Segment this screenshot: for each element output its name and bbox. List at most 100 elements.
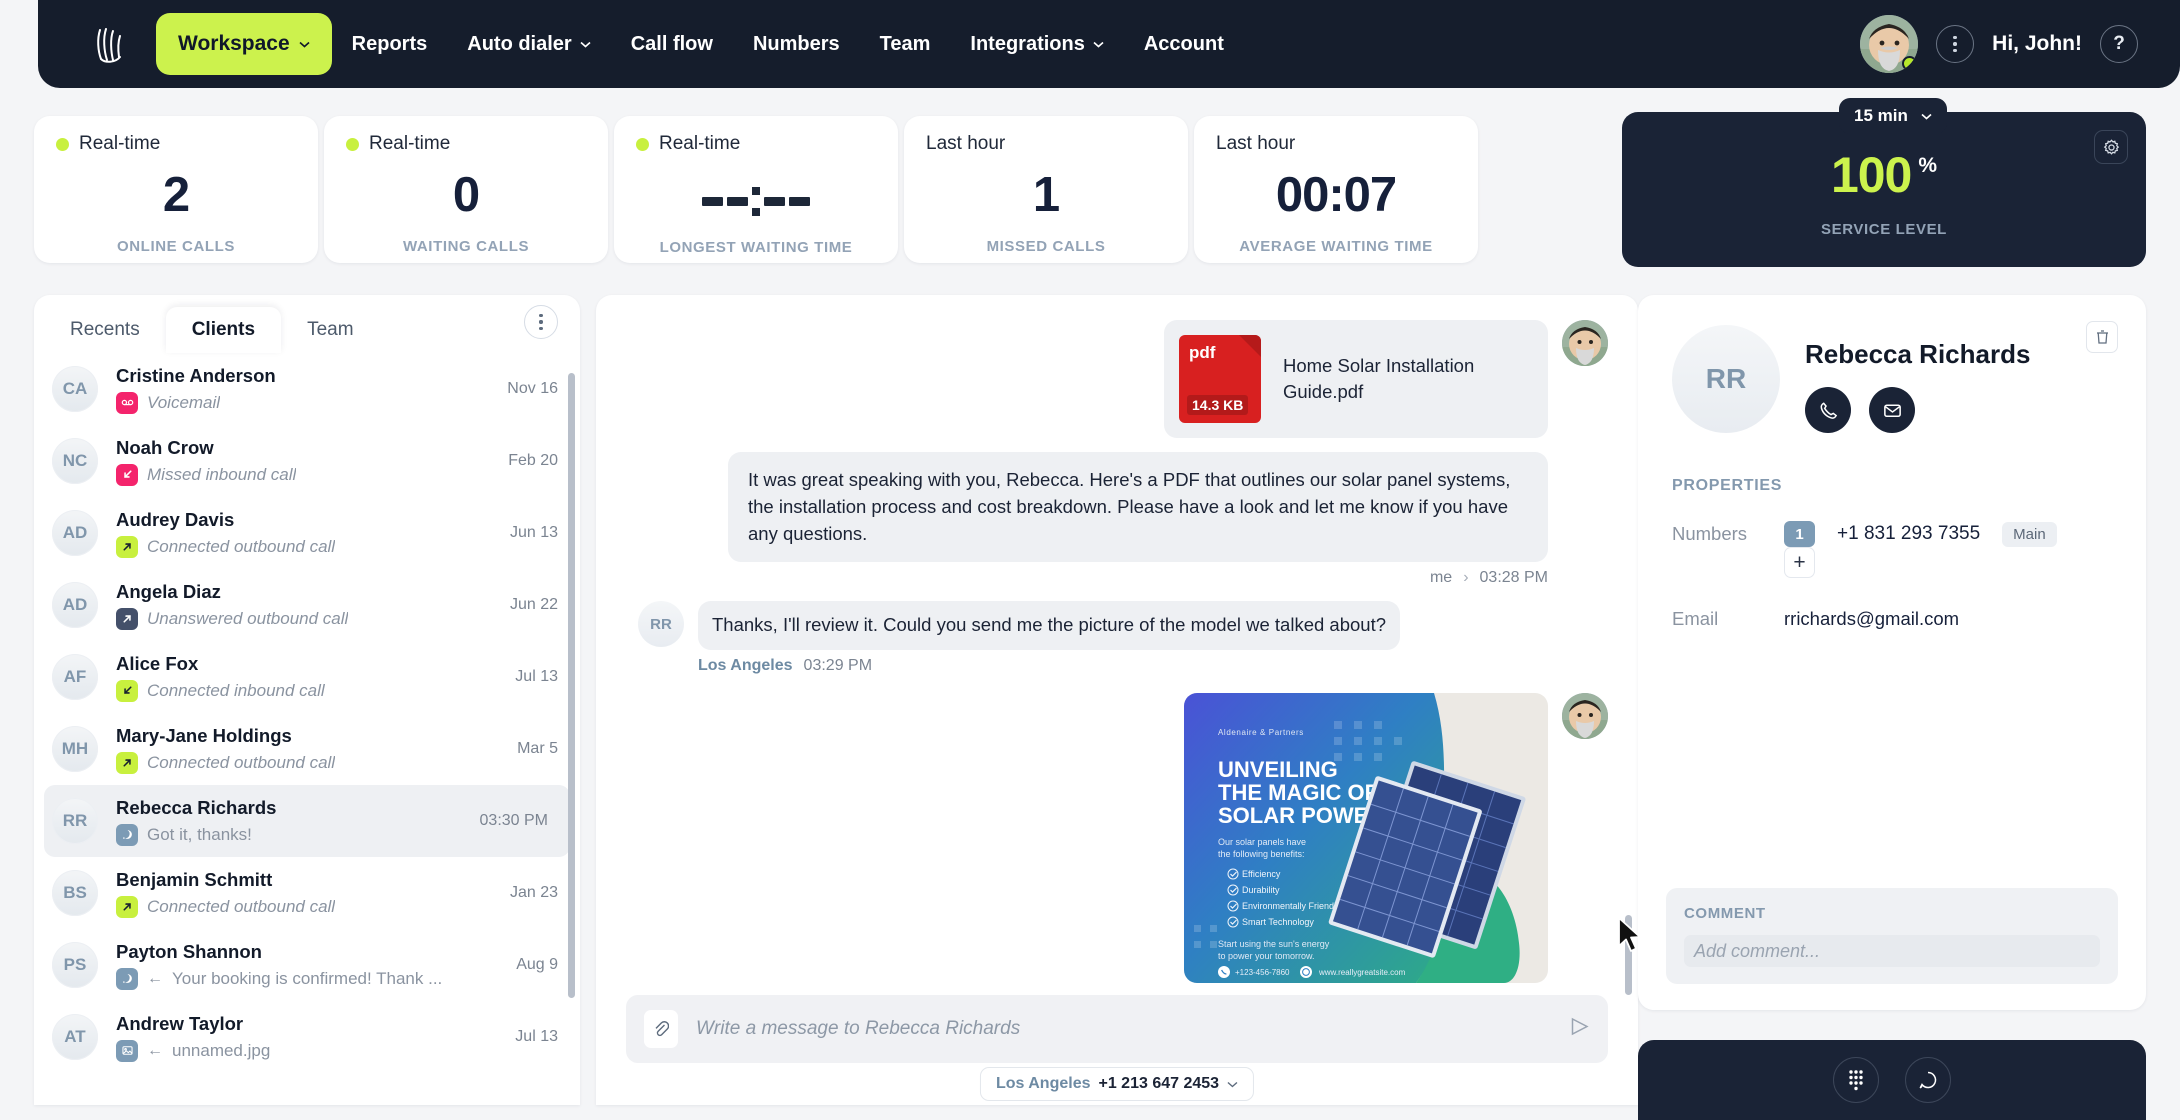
contact-text-block: Audrey Davis Connected outbound call bbox=[116, 508, 500, 558]
contact-date: Aug 9 bbox=[516, 956, 558, 973]
envelope-icon[interactable] bbox=[1869, 387, 1915, 433]
contact-list-item[interactable]: AD Audrey Davis Connected outbound call Jun… bbox=[34, 497, 580, 569]
stat-period-label: Real-time bbox=[79, 133, 161, 154]
svg-text:www.reallygreatsite.com: www.reallygreatsite.com bbox=[1318, 968, 1406, 977]
file-name: Home Solar Installation Guide.pdf bbox=[1283, 355, 1475, 402]
incoming-arrow-icon: ← bbox=[147, 1041, 163, 1059]
contact-subtitle: ← unnamed.jpg bbox=[116, 1039, 505, 1062]
comment-section: COMMENT Add comment... bbox=[1666, 888, 2118, 984]
send-icon[interactable] bbox=[1569, 1016, 1590, 1042]
contact-subtitle: Missed inbound call bbox=[116, 463, 498, 486]
message-bubble: Thanks, I'll review it. Could you send m… bbox=[698, 601, 1401, 651]
incoming-arrow-icon: ← bbox=[147, 969, 163, 987]
outbound-call-icon bbox=[116, 895, 138, 918]
service-level-unit: % bbox=[1918, 154, 1938, 177]
nav-item-account[interactable]: Account bbox=[1124, 13, 1244, 75]
contact-list-item[interactable]: NC Noah Crow Missed inbound call Feb 20 bbox=[34, 425, 580, 497]
nav-item-auto-dialer[interactable]: Auto dialer bbox=[447, 13, 610, 75]
trash-icon[interactable] bbox=[2086, 321, 2118, 353]
contact-text-block: Cristine Anderson Voicemail bbox=[116, 364, 497, 414]
contact-subtitle: Connected outbound call bbox=[116, 751, 507, 774]
contact-name: Mary-Jane Holdings bbox=[116, 725, 292, 747]
nav-item-integrations[interactable]: Integrations bbox=[950, 13, 1123, 75]
contact-list-item[interactable]: PS Payton Shannon ← Your booking is confirm… bbox=[34, 929, 580, 1001]
stat-period: Last hour bbox=[926, 133, 1166, 155]
paperclip-icon[interactable] bbox=[644, 1010, 678, 1048]
contact-list-item[interactable]: MH Mary-Jane Holdings Connected outbound c… bbox=[34, 713, 580, 785]
message-input[interactable]: Write a message to Rebecca Richards bbox=[696, 1018, 1569, 1040]
file-attachment[interactable]: pdf 14.3 KB Home Solar Installation Guid… bbox=[1164, 320, 1548, 438]
gear-icon[interactable] bbox=[2094, 130, 2128, 164]
svg-text:THE MAGIC OF: THE MAGIC OF bbox=[1218, 780, 1378, 805]
stat-value-placeholder-dashes bbox=[636, 181, 876, 221]
tab-label: Recents bbox=[70, 319, 140, 340]
contact-text-block: Benjamin Schmitt Connected outbound call bbox=[116, 868, 500, 918]
message-in-text: RR Thanks, I'll review it. Could you sen… bbox=[638, 601, 1608, 675]
contact-subtitle: Connected inbound call bbox=[116, 679, 505, 702]
contacts-scrollbar[interactable] bbox=[568, 373, 575, 998]
contact-list-item[interactable]: BS Benjamin Schmitt Connected outbound cal… bbox=[34, 857, 580, 929]
stat-period: Real-time bbox=[636, 133, 876, 155]
chat-bubble-icon[interactable] bbox=[1905, 1057, 1951, 1103]
chevron-down-icon bbox=[580, 41, 591, 48]
nav-item-reports[interactable]: Reports bbox=[332, 13, 448, 75]
chat-panel: pdf 14.3 KB Home Solar Installation Guid… bbox=[596, 295, 1638, 1105]
chevron-down-icon bbox=[1921, 113, 1932, 120]
contact-date: Mar 5 bbox=[517, 740, 558, 757]
dialpad-icon[interactable] bbox=[1833, 1057, 1879, 1103]
contacts-kebab-menu-icon[interactable] bbox=[524, 305, 558, 339]
nav-workspace-label: Workspace bbox=[178, 32, 290, 55]
nav-kebab-menu-icon[interactable] bbox=[1936, 25, 1975, 63]
contact-last-activity: Your booking is confirmed! Thank ... bbox=[172, 968, 443, 988]
contact-list-item[interactable]: AT Andrew Taylor ← unnamed.jpg Jul 13 bbox=[34, 1001, 580, 1073]
stat-caption: AVERAGE WAITING TIME bbox=[1239, 238, 1433, 255]
contact-list-item[interactable]: AF Alice Fox Connected inbound call Jul 13 bbox=[34, 641, 580, 713]
app-logo-icon[interactable] bbox=[88, 21, 134, 67]
nav-item-team[interactable]: Team bbox=[860, 13, 951, 75]
contact-list-item[interactable]: CA Cristine Anderson Voicemail Nov 16 bbox=[34, 353, 580, 425]
service-level-caption: SERVICE LEVEL bbox=[1821, 221, 1947, 238]
contact-last-activity: Connected outbound call bbox=[147, 536, 336, 556]
contact-details-panel: RR Rebecca Richards PROPERTIES Numbers 1… bbox=[1638, 295, 2146, 1010]
bottom-dock bbox=[1638, 1040, 2146, 1120]
service-level-range-selector[interactable]: 15 min bbox=[1839, 98, 1947, 134]
avatar-initials: RR bbox=[638, 601, 684, 648]
stat-period-label: Real-time bbox=[369, 133, 451, 154]
contact-list-item[interactable]: AD Angela Diaz Unanswered outbound call Jun… bbox=[34, 569, 580, 641]
nav-item-label: Call flow bbox=[630, 32, 713, 55]
avatar-initials: BS bbox=[52, 870, 98, 916]
tab-team[interactable]: Team bbox=[281, 307, 379, 353]
stat-card-average-waiting-time: Last hour 00:07 AVERAGE WAITING TIME bbox=[1194, 116, 1478, 263]
stat-caption: WAITING CALLS bbox=[402, 238, 530, 255]
nav-workspace-button[interactable]: Workspace bbox=[156, 13, 332, 75]
realtime-dot-icon bbox=[636, 137, 649, 151]
inbound-call-icon bbox=[116, 679, 138, 702]
avatar[interactable] bbox=[1860, 15, 1919, 73]
message-icon bbox=[116, 967, 138, 990]
chat-scrollbar[interactable] bbox=[1625, 915, 1632, 995]
comment-input[interactable]: Add comment... bbox=[1684, 935, 2100, 967]
stat-value: 00:07 bbox=[1275, 168, 1397, 222]
contact-list-item[interactable]: RR Rebecca Richards Got it, thanks! 03:30 P… bbox=[44, 785, 570, 857]
image-attachment-icon bbox=[116, 1039, 138, 1062]
help-question-mark-icon[interactable]: ? bbox=[2100, 25, 2138, 63]
tab-recents[interactable]: Recents bbox=[44, 307, 166, 353]
tab-clients[interactable]: Clients bbox=[165, 307, 282, 353]
nav-item-label: Integrations bbox=[970, 32, 1085, 55]
contact-text-block: Andrew Taylor ← unnamed.jpg bbox=[116, 1012, 505, 1062]
contact-number[interactable]: +1 831 293 7355 bbox=[1837, 523, 1980, 545]
plus-icon[interactable]: + bbox=[1784, 547, 1815, 578]
image-attachment[interactable]: Aldenaire & Partners UNVEILING THE MAGIC… bbox=[1184, 693, 1548, 984]
svg-text:SOLAR POWER: SOLAR POWER bbox=[1218, 803, 1384, 828]
service-level-range-label: 15 min bbox=[1854, 106, 1908, 125]
message-composer: Write a message to Rebecca Richards bbox=[626, 995, 1608, 1063]
top-navigation-bar: Workspace Reports Auto dialer Call flow … bbox=[38, 0, 2180, 88]
nav-item-numbers[interactable]: Numbers bbox=[733, 13, 860, 75]
avatar-initials: NC bbox=[52, 438, 98, 484]
from-number-selector[interactable]: Los Angeles +1 213 647 2453 bbox=[979, 1067, 1255, 1101]
nav-item-call-flow[interactable]: Call flow bbox=[611, 13, 733, 75]
svg-text:Start using the sun's energy: Start using the sun's energy bbox=[1218, 939, 1330, 949]
contact-email[interactable]: rrichards@gmail.com bbox=[1784, 608, 1959, 630]
phone-icon[interactable] bbox=[1805, 387, 1851, 433]
contact-text-block: Angela Diaz Unanswered outbound call bbox=[116, 580, 500, 630]
